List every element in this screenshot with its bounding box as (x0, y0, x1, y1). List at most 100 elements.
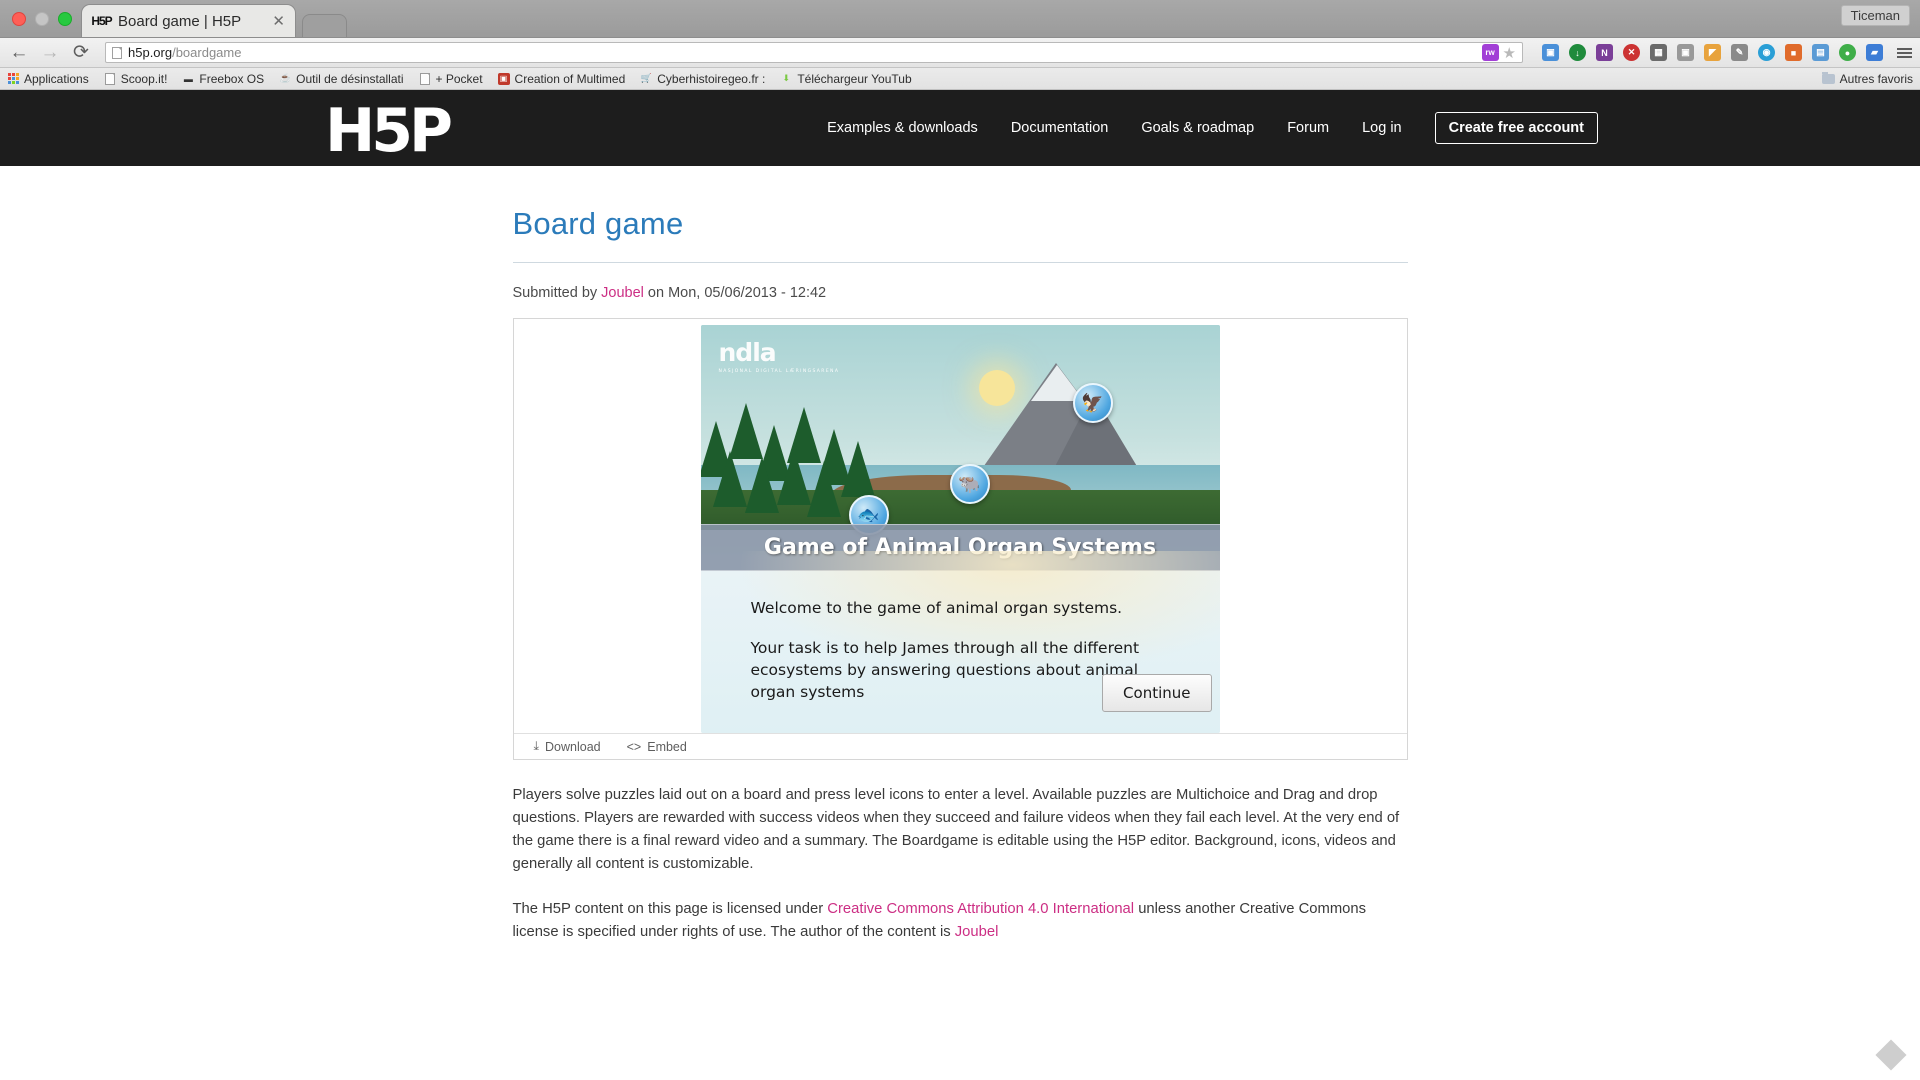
site-header: H5P Examples & downloads Documentation G… (0, 90, 1920, 166)
maximize-window-button[interactable] (58, 12, 72, 26)
bookmarks-bar: Applications Scoop.it! ▬ Freebox OS ☕ Ou… (0, 68, 1920, 90)
orange-box-icon[interactable]: ■ (1785, 44, 1802, 61)
reload-button[interactable]: ⟳ (70, 43, 92, 62)
bookmark-label: Autres favoris (1839, 71, 1913, 86)
bookmark-other-favorites[interactable]: Autres favoris (1821, 71, 1913, 86)
onenote-icon[interactable]: N (1596, 44, 1613, 61)
new-tab-button[interactable] (302, 14, 347, 37)
nav-forum[interactable]: Forum (1287, 120, 1329, 136)
multimedia-icon: ▣ (497, 72, 510, 85)
extension-toolbar: ▣ ↓ N ✕ ▦ ▣ ◤ ✎ ◉ ■ ▤ ● ▰ (1536, 44, 1912, 61)
game-intro-dialog: Welcome to the game of animal organ syst… (700, 551, 1220, 733)
bookmark-creation-multimedia[interactable]: ▣ Creation of Multimed (497, 71, 626, 86)
submitted-suffix: on Mon, 05/06/2013 - 12:42 (643, 285, 827, 301)
window-user-label[interactable]: Ticeman (1840, 5, 1910, 26)
bookmark-outil-desinstallation[interactable]: ☕ Outil de désinstallati (279, 72, 404, 86)
window-icon[interactable]: ▤ (1812, 44, 1829, 61)
bookmark-pocket[interactable]: + Pocket (419, 72, 483, 86)
nav-documentation[interactable]: Documentation (1011, 120, 1109, 136)
browser-tab[interactable]: H5P Board game | H5P ✕ (81, 4, 296, 37)
window-controls[interactable] (12, 12, 72, 26)
level-pin-eagle[interactable]: 🦅 (1072, 383, 1113, 423)
h5p-action-bar: ⤓ Download <> Embed (513, 733, 1407, 759)
page-info-icon[interactable] (112, 46, 122, 59)
document-icon (104, 72, 116, 85)
url-path: /boardgame (172, 45, 242, 60)
address-bar[interactable]: h5p.org/boardgame rw ★ (105, 42, 1523, 63)
bookmark-freebox-os[interactable]: ▬ Freebox OS (182, 72, 264, 86)
ndla-subtitle: NASJONAL DIGITAL LÆRINGSARENA (718, 369, 840, 374)
folder-icon (1821, 71, 1835, 84)
site-navigation: Examples & downloads Documentation Goals… (827, 90, 1598, 166)
pencil-icon[interactable]: ✎ (1731, 44, 1748, 61)
download-circle-icon[interactable]: ↓ (1569, 44, 1586, 61)
back-button[interactable]: ← (8, 43, 30, 62)
page-title: Board game (512, 206, 684, 241)
close-window-button[interactable] (12, 12, 26, 26)
freebox-icon: ▬ (183, 73, 193, 84)
create-free-account-button[interactable]: Create free account (1434, 112, 1598, 144)
page-content: Board game Submitted by Joubel on Mon, 0… (512, 166, 1408, 944)
close-tab-icon[interactable]: ✕ (272, 12, 285, 30)
submitted-prefix: Submitted by (512, 285, 602, 301)
omnibox-actions: rw ★ (1481, 44, 1516, 62)
ndla-wordmark: ndla (718, 338, 777, 367)
continue-button[interactable]: Continue (1102, 674, 1212, 712)
minimize-window-button[interactable] (35, 12, 49, 26)
bookmark-scoopit[interactable]: Scoop.it! (104, 71, 168, 86)
bookmark-label: Cyberhistoiregeo.fr : (657, 71, 766, 86)
browser-window: H5P Board game | H5P ✕ Ticeman ← → ⟳ h5p… (0, 0, 1920, 1080)
url-text: h5p.org/boardgame (128, 45, 241, 60)
license-link[interactable]: Creative Commons Attribution 4.0 Interna… (827, 901, 1134, 917)
board-game-canvas[interactable]: ndla NASJONAL DIGITAL LÆRINGSARENA 🦅 🐃 🐟… (700, 325, 1220, 733)
h5p-content-frame: ndla NASJONAL DIGITAL LÆRINGSARENA 🦅 🐃 🐟… (512, 318, 1408, 760)
h5p-content-inner: ndla NASJONAL DIGITAL LÆRINGSARENA 🦅 🐃 🐟… (514, 319, 1407, 733)
download-label: Download (545, 739, 601, 754)
license-author-link[interactable]: Joubel (955, 924, 999, 940)
h5p-logo[interactable]: H5P (325, 101, 453, 161)
grid-icon[interactable]: ▦ (1650, 44, 1667, 61)
code-icon: <> (626, 739, 642, 754)
ndla-logo: ndla NASJONAL DIGITAL LÆRINGSARENA (719, 338, 840, 374)
bookmark-telechargeur-youtube[interactable]: ⬇ Téléchargeur YouTub (780, 71, 912, 86)
chrome-menu-icon[interactable] (1897, 47, 1912, 58)
embed-action[interactable]: <> Embed (627, 740, 687, 754)
bookmark-label: Freebox OS (199, 71, 265, 86)
license-notice: The H5P content on this page is licensed… (513, 876, 1408, 944)
submitted-byline: Submitted by Joubel on Mon, 05/06/2013 -… (513, 263, 1408, 318)
red-x-icon[interactable]: ✕ (1623, 44, 1640, 61)
bookmark-label: Applications (24, 71, 89, 86)
bookmark-label: Scoop.it! (120, 71, 168, 86)
camera-icon[interactable]: ▣ (1677, 44, 1694, 61)
bookmark-label: Téléchargeur YouTub (797, 71, 912, 86)
green-circle-icon[interactable]: ● (1839, 44, 1856, 61)
bookmark-star-icon[interactable]: ★ (1503, 44, 1516, 62)
nav-log-in[interactable]: Log in (1362, 120, 1402, 136)
java-icon: ☕ (279, 73, 291, 83)
author-link[interactable]: Joubel (601, 285, 644, 301)
bookmark-cyberhistoiregeo[interactable]: 🛒 Cyberhistoiregeo.fr : (640, 71, 766, 86)
document-icon (419, 72, 431, 85)
readwrite-extension-icon[interactable]: rw (1481, 44, 1499, 61)
level-pin-buffalo[interactable]: 🐃 (949, 464, 990, 504)
download-action[interactable]: ⤓ Download (534, 739, 601, 754)
bookmark-tag-icon[interactable]: ◤ (1704, 44, 1721, 61)
cart-icon: 🛒 (640, 73, 652, 83)
nav-goals-roadmap[interactable]: Goals & roadmap (1141, 120, 1254, 136)
license-prefix: The H5P content on this page is licensed… (512, 900, 828, 917)
blue-chat-icon[interactable]: ▰ (1866, 44, 1883, 61)
tab-title: Board game | H5P (118, 12, 242, 30)
colored-squares-icon[interactable]: ▣ (1542, 44, 1559, 61)
resize-corner-badge[interactable] (1875, 1039, 1907, 1071)
download-icon: ⤓ (533, 739, 540, 753)
nav-examples-downloads[interactable]: Examples & downloads (827, 120, 978, 136)
download-green-icon: ⬇ (782, 73, 791, 83)
embed-label: Embed (647, 739, 687, 754)
tab-strip: H5P Board game | H5P ✕ Ticeman (0, 0, 1920, 38)
forward-button[interactable]: → (39, 43, 61, 62)
page-viewport: H5P Examples & downloads Documentation G… (0, 90, 1920, 1072)
bookmark-label: Creation of Multimed (514, 71, 626, 86)
globe-icon[interactable]: ◉ (1758, 44, 1775, 61)
fish-icon: 🐟 (857, 504, 880, 525)
bookmark-applications[interactable]: Applications (7, 72, 89, 86)
